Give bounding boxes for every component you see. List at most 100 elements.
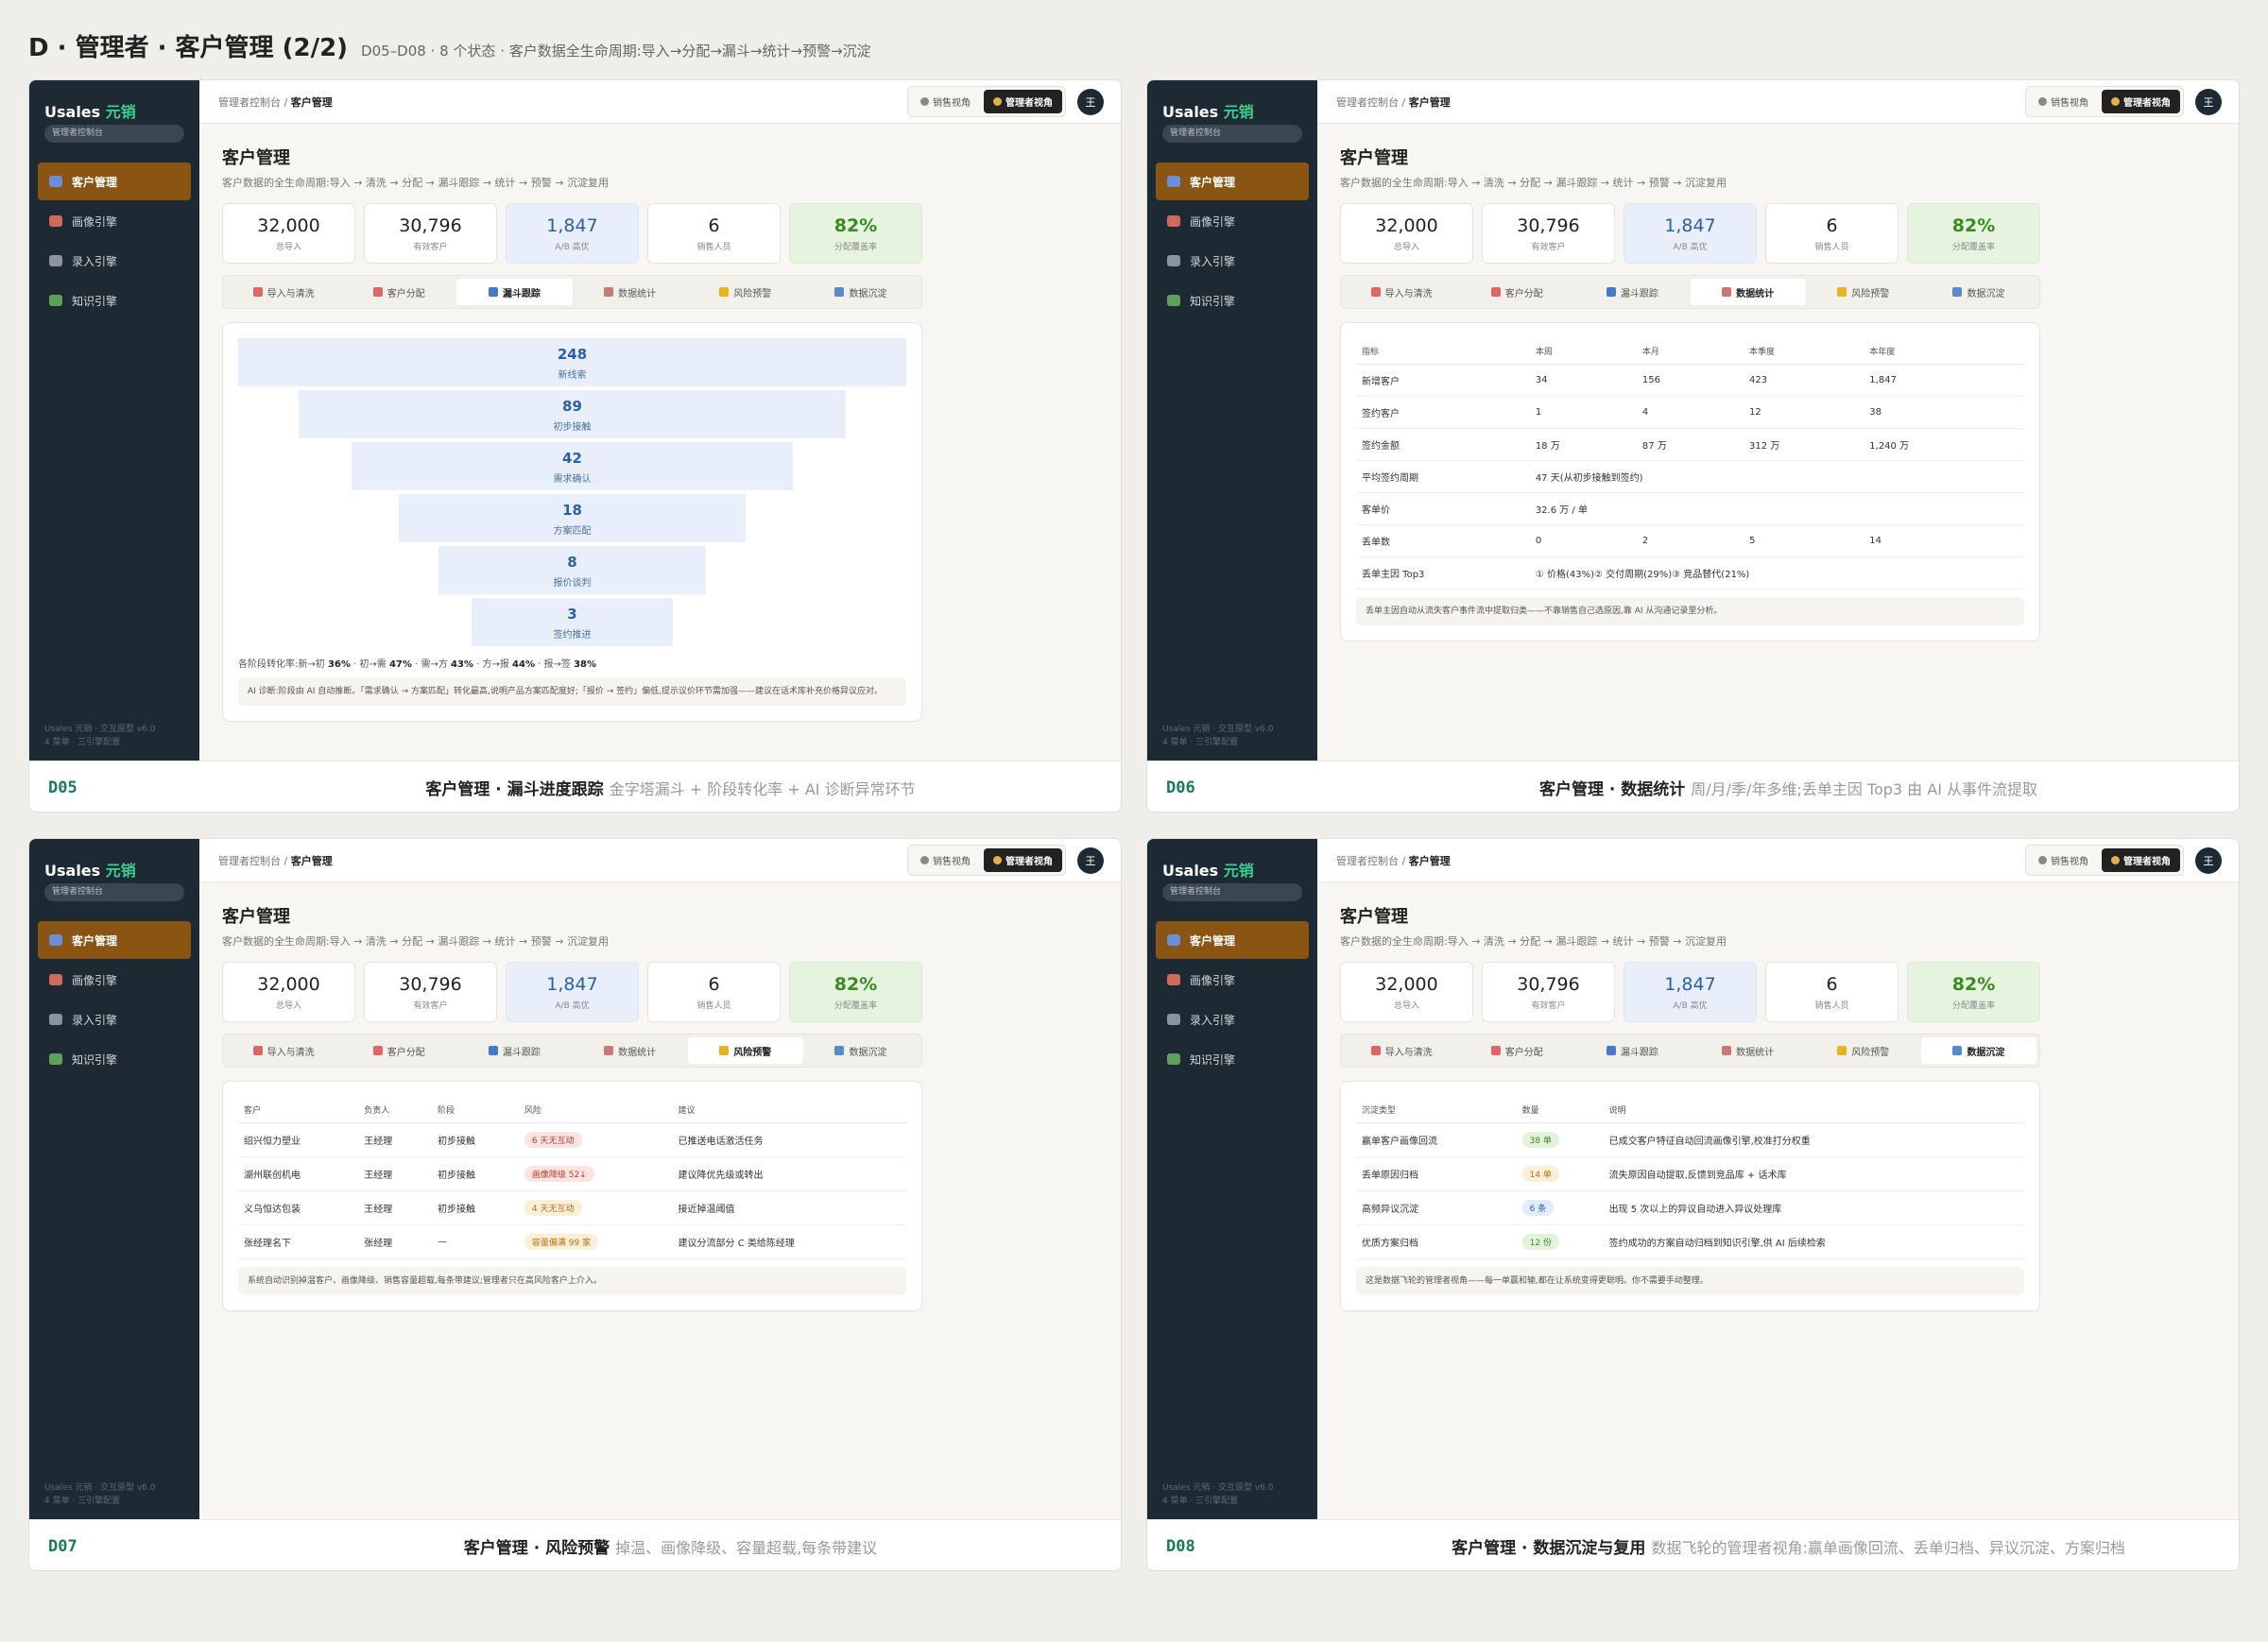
tab-risk[interactable]: 风险预警 (1806, 279, 1921, 305)
tab-funnel[interactable]: 漏斗跟踪 (456, 279, 573, 305)
funnel-label: 签约推进 (553, 630, 592, 641)
tab-import[interactable]: 导入与清洗 (1344, 279, 1459, 305)
breadcrumb-parent[interactable]: 管理者控制台 / (1336, 855, 1409, 867)
import-icon (252, 1046, 263, 1055)
tab-stats[interactable]: 数据统计 (1690, 279, 1806, 305)
sidebar-footer: Usales 元销 · 交互原型 v6.0 4 菜单 · 三引擎配置 (44, 1481, 155, 1508)
table-row[interactable]: 湖州联创机电 王经理 初步接触 画像降级 52↓ 建议降优先级或转出 (238, 1156, 906, 1191)
topbar: 管理者控制台 / 客户管理 销售视角 管理者视角 王 (199, 839, 1121, 882)
sales-view-button[interactable]: 销售视角 (911, 90, 980, 113)
logo: Usales 元销 (44, 858, 136, 881)
breadcrumb-parent[interactable]: 管理者控制台 / (1336, 96, 1409, 109)
sidebar-item-input-engine[interactable]: 录入引擎 (1156, 1001, 1309, 1038)
tab-stats[interactable]: 数据统计 (1691, 1037, 1806, 1064)
tab-archive[interactable]: 数据沉淀 (1920, 1037, 2037, 1064)
tab-archive[interactable]: 数据沉淀 (803, 279, 919, 305)
manager-view-button[interactable]: 管理者视角 (2102, 848, 2180, 872)
tab-risk[interactable]: 风险预警 (687, 1037, 803, 1064)
tab-stats[interactable]: 数据统计 (573, 279, 688, 305)
sidebar-item-knowledge-engine[interactable]: 知识引擎 (38, 1040, 191, 1078)
content: 管理者控制台 / 客户管理 销售视角 管理者视角 王 客户管理 客户数据的全生命… (199, 80, 1121, 761)
tab-stats[interactable]: 数据统计 (573, 1037, 688, 1064)
tab-funnel[interactable]: 漏斗跟踪 (1574, 279, 1690, 305)
tab-funnel[interactable]: 漏斗跟踪 (1574, 1037, 1690, 1064)
stat-sales: 6 销售人员 (647, 962, 781, 1022)
sales-view-button[interactable]: 销售视角 (2029, 90, 2098, 113)
tab-assign[interactable]: 客户分配 (341, 279, 456, 305)
sidebar-item-input-engine[interactable]: 录入引擎 (38, 242, 191, 280)
sidebar-item-input-engine[interactable]: 录入引擎 (1156, 242, 1309, 280)
sidebar-item-profile-engine[interactable]: 画像引擎 (38, 961, 191, 999)
funnel-count: 248 (557, 346, 588, 363)
manager-view-button[interactable]: 管理者视角 (2102, 90, 2180, 113)
table-row[interactable]: 义乌恒达包装 王经理 初步接触 4 天无互动 接近掉温阈值 (238, 1190, 906, 1225)
manager-view-button[interactable]: 管理者视角 (984, 848, 1062, 872)
risk-badge: 4 天无互动 (524, 1200, 582, 1216)
stage-cell: 初步接触 (432, 1156, 519, 1191)
table-row[interactable]: 绍兴恒力塑业 王经理 初步接触 6 天无互动 已推送电话激活任务 (238, 1122, 906, 1157)
tab-label: 数据沉淀 (1967, 288, 2005, 299)
avatar[interactable]: 王 (1077, 847, 1104, 874)
sidebar: Usales 元销 管理者控制台 客户管理 画像引擎 录入引擎 知识引擎 Usa… (29, 839, 199, 1519)
avatar[interactable]: 王 (2195, 847, 2222, 874)
stat-row: 32,000 总导入 30,796 有效客户 1,847 A/B 高优 6 销售人员 8… (222, 962, 1100, 1022)
sidebar-item-customers[interactable]: 客户管理 (1156, 921, 1309, 959)
sidebar-item-customers[interactable]: 客户管理 (38, 921, 191, 959)
sidebar-item-input-engine[interactable]: 录入引擎 (38, 1001, 191, 1038)
stat-value: 6 (1826, 974, 1838, 995)
sidebar-item-profile-engine[interactable]: 画像引擎 (1156, 961, 1309, 999)
type-cell: 丢单原因归档 (1356, 1156, 1517, 1191)
table-cell: 14 (1864, 524, 2024, 557)
funnel-count: 42 (562, 450, 582, 467)
desc-cell: 流失原因自动提取,反馈到竞品库 + 话术库 (1603, 1156, 2024, 1191)
caption-text: 客户管理 · 风险预警 掉温、画像降级、容量超载,每条带建议 (237, 1534, 1104, 1558)
tab-assign[interactable]: 客户分配 (1459, 279, 1574, 305)
tab-import[interactable]: 导入与清洗 (1344, 1037, 1459, 1064)
tab-import[interactable]: 导入与清洗 (226, 279, 341, 305)
description: 客户数据的全生命周期:导入 → 清洗 → 分配 → 漏斗跟踪 → 统计 → 预警… (1340, 177, 1727, 189)
stat-sales: 6 销售人员 (647, 203, 781, 264)
stat-ab: 1,847 A/B 高优 (506, 962, 639, 1022)
sidebar-item-knowledge-engine[interactable]: 知识引擎 (1156, 1040, 1309, 1078)
tab-assign[interactable]: 客户分配 (341, 1037, 456, 1064)
sales-view-label: 销售视角 (933, 857, 971, 867)
stat-value: 30,796 (1517, 974, 1580, 995)
sales-view-button[interactable]: 销售视角 (911, 848, 980, 872)
sidebar-item-customers[interactable]: 客户管理 (38, 162, 191, 200)
table-row[interactable]: 张经理名下 张经理 — 容量偏满 99 家 建议分流部分 C 类给陈经理 (238, 1224, 906, 1259)
tab-assign[interactable]: 客户分配 (1459, 1037, 1574, 1064)
sidebar-item-customers[interactable]: 客户管理 (1156, 162, 1309, 200)
tab-label: 客户分配 (387, 288, 425, 299)
tab-import[interactable]: 导入与清洗 (226, 1037, 341, 1064)
tab-risk[interactable]: 风险预警 (688, 279, 803, 305)
column-header: 负责人 (358, 1097, 433, 1123)
view-toggle: 销售视角 管理者视角 (2025, 86, 2184, 117)
tab-archive[interactable]: 数据沉淀 (1921, 279, 2036, 305)
breadcrumb-parent[interactable]: 管理者控制台 / (218, 96, 291, 109)
risk-cell: 6 天无互动 (518, 1122, 673, 1157)
sales-view-label: 销售视角 (933, 98, 971, 109)
sidebar-item-knowledge-engine[interactable]: 知识引擎 (38, 282, 191, 319)
tab-funnel[interactable]: 漏斗跟踪 (456, 1037, 572, 1064)
line-chart-icon (604, 1046, 614, 1055)
table-row: 新增客户 34 156 423 1,847 (1356, 364, 2024, 397)
tab-archive[interactable]: 数据沉淀 (803, 1037, 919, 1064)
sidebar-item-knowledge-engine[interactable]: 知识引擎 (1156, 282, 1309, 319)
sidebar-item-profile-engine[interactable]: 画像引擎 (1156, 202, 1309, 240)
table-cell: 87 万 (1636, 428, 1744, 461)
logo: Usales 元销 (1162, 858, 1254, 881)
avatar[interactable]: 王 (1077, 88, 1104, 115)
table-cell: 34 (1529, 364, 1637, 397)
sales-view-button[interactable]: 销售视角 (2029, 848, 2098, 872)
conversion-rates: 各阶段转化率:新→初 36% · 初→需 47% · 需→方 43% · 方→报… (238, 656, 906, 670)
rates-text: · 需→方 (411, 659, 451, 670)
manager-view-button[interactable]: 管理者视角 (984, 90, 1062, 113)
table-header-row: 沉淀类型 数量 说明 (1356, 1097, 2024, 1123)
warning-icon (719, 287, 730, 297)
count-badge: 12 份 (1521, 1234, 1559, 1250)
avatar[interactable]: 王 (2195, 88, 2222, 115)
sidebar-item-profile-engine[interactable]: 画像引擎 (38, 202, 191, 240)
column-header: 本月 (1636, 338, 1744, 365)
tab-risk[interactable]: 风险预警 (1806, 1037, 1921, 1064)
breadcrumb-parent[interactable]: 管理者控制台 / (218, 855, 291, 867)
